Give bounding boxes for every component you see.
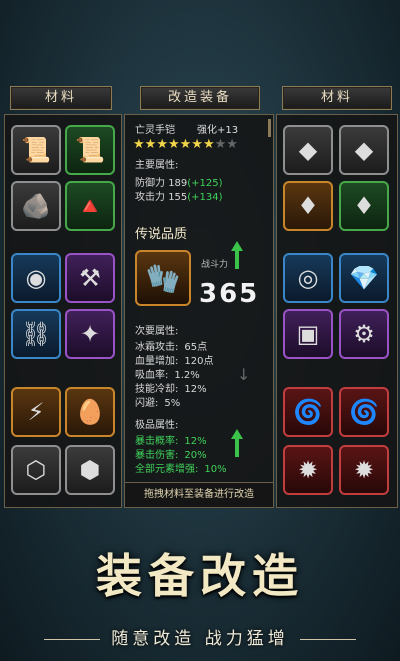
drag-hint: 拖拽材料至装备进行改造	[125, 482, 273, 507]
star-filled-icon: ★	[179, 137, 192, 152]
material-slot[interactable]: ⚡	[11, 387, 61, 437]
stat-row: 技能冷却: 12%	[135, 384, 207, 395]
anvil-icon: ⚒	[79, 264, 101, 292]
purple-gem-icon: ⚡	[27, 398, 45, 426]
equipment-item-slot[interactable]: 🧤	[135, 250, 191, 306]
star-filled-icon: ★	[202, 137, 215, 152]
stat-down-arrow-icon: ↓	[237, 365, 251, 384]
dark-egg-icon: 🥚	[75, 398, 105, 426]
left-material-panel: 📜 📜 🪨 🔺 ◉ ⚒ ⛓ ✦ ⚡ 🥚 ⬡ ⬢	[4, 114, 122, 508]
dark-card-icon: ♦	[353, 192, 375, 220]
dark-crest-icon: ✹	[353, 456, 375, 484]
material-slot[interactable]: ⚒	[65, 253, 115, 303]
gauntlet-icon: 🧤	[145, 261, 181, 295]
extreme-stats-title: 极品属性:	[135, 420, 179, 431]
red-crest-icon: ✹	[297, 456, 319, 484]
main-stats-list: 防御力 189(+125) 攻击力 155(+134)	[135, 177, 223, 205]
promo-subtitle-divider-right	[300, 639, 356, 640]
promo-subtitle: 随意改造 战力猛增	[111, 629, 289, 649]
quality-label: 传说品质	[135, 227, 188, 242]
header-left-materials: 材料	[10, 86, 112, 110]
red-rune-stone-icon: 🔺	[75, 192, 105, 220]
rune-stone-icon: 🪨	[21, 192, 51, 220]
panel-scrollbar[interactable]	[268, 119, 271, 137]
material-slot[interactable]: ◆	[339, 125, 389, 175]
main-stat-row: 防御力 189(+125)	[135, 178, 223, 189]
gear-hexagon-icon: ⬢	[79, 456, 101, 484]
header-right-materials: 材料	[282, 86, 392, 110]
jade-disc-icon: ◉	[25, 264, 47, 292]
power-label: 战斗力	[201, 260, 229, 270]
star-filled-icon: ★	[144, 137, 157, 152]
magenta-crystal-icon: ◆	[354, 136, 374, 164]
material-slot[interactable]: ✹	[283, 445, 333, 495]
enhance-level: 强化+13	[197, 125, 239, 136]
stat-row: 全部元素增强: 10%	[135, 464, 227, 475]
extreme-stats-list: 暴击概率: 12% 暴击伤害: 20% 全部元素增强: 10%	[135, 435, 227, 477]
material-slot[interactable]: 📜	[11, 125, 61, 175]
orange-card-icon: ♦	[297, 192, 319, 220]
material-slot[interactable]: ♦	[283, 181, 333, 231]
material-slot[interactable]: ◆	[283, 125, 333, 175]
blue-vortex-icon-2: 🌀	[349, 398, 379, 426]
material-slot[interactable]: ✦	[65, 309, 115, 359]
equipment-panel: 亡灵手铠 强化+13 ★★★★★★★★★ 主要属性: 防御力 189(+125)…	[124, 114, 274, 508]
material-slot[interactable]: ◉	[11, 253, 61, 303]
star-filled-icon: ★	[167, 137, 180, 152]
green-crystal-icon: ◆	[298, 136, 318, 164]
stat-row: 暴击概率: 12%	[135, 436, 207, 447]
stat-row: 冰霜攻击: 65点	[135, 342, 208, 353]
blue-vortex-icon: 🌀	[293, 398, 323, 426]
secondary-stats-list: 冰霜攻击: 65点 血量增加: 120点 吸血率: 1.2% 技能冷却: 12% 闪避: 5%	[135, 341, 213, 411]
material-slot[interactable]: 📜	[65, 125, 115, 175]
purple-rune-icon: ✦	[79, 320, 101, 348]
power-value: 365	[199, 279, 260, 309]
star-filled-icon: ★	[156, 137, 168, 152]
material-slot[interactable]: 🔺	[65, 181, 115, 231]
green-seal-icon: ▣	[296, 320, 320, 348]
stat-row: 闪避: 5%	[135, 398, 181, 409]
main-stats-title: 主要属性:	[135, 160, 179, 171]
material-slot[interactable]: ⚙	[339, 309, 389, 359]
star-empty-icon: ★	[226, 137, 238, 152]
material-slot[interactable]: ▣	[283, 309, 333, 359]
material-slot[interactable]: 🪨	[11, 181, 61, 231]
stat-row: 暴击伤害: 20%	[135, 450, 207, 461]
material-slot[interactable]: ⬡	[11, 445, 61, 495]
material-slot[interactable]: ♦	[339, 181, 389, 231]
material-slot[interactable]: ◎	[283, 253, 333, 303]
star-filled-icon: ★	[133, 137, 145, 152]
equipment-name: 亡灵手铠	[135, 125, 175, 136]
right-material-panel: ◆ ◆ ♦ ♦ ◎ 💎 ▣ ⚙ 🌀 🌀 ✹ ✹	[276, 114, 398, 508]
main-stat-row: 攻击力 155(+134)	[135, 192, 223, 203]
material-slot[interactable]: 🥚	[65, 387, 115, 437]
chain-icon: ⛓	[20, 320, 52, 348]
star-empty-icon: ★	[214, 137, 227, 152]
material-slot[interactable]: ✹	[339, 445, 389, 495]
secondary-stats-title: 次要属性:	[135, 326, 179, 337]
silver-hexagon-icon: ⬡	[25, 456, 47, 484]
header-modify-equipment: 改造装备	[140, 86, 260, 110]
stat-row: 吸血率: 1.2%	[135, 370, 200, 381]
star-filled-icon: ★	[191, 137, 203, 152]
material-slot[interactable]: ⬢	[65, 445, 115, 495]
star-rating: ★★★★★★★★★	[133, 137, 238, 152]
scroll-icon: 📜	[21, 136, 51, 164]
material-slot[interactable]: 💎	[339, 253, 389, 303]
green-scroll-icon: 📜	[75, 136, 105, 164]
blue-gem-icon: 💎	[349, 264, 379, 292]
stat-row: 血量增加: 120点	[135, 356, 214, 367]
material-slot[interactable]: 🌀	[283, 387, 333, 437]
blue-gear-icon: ⚙	[353, 320, 375, 348]
material-slot[interactable]: ⛓	[11, 309, 61, 359]
material-slot[interactable]: 🌀	[339, 387, 389, 437]
gold-ring-icon: ◎	[297, 264, 319, 292]
promo-title: 装备改造	[96, 549, 304, 603]
